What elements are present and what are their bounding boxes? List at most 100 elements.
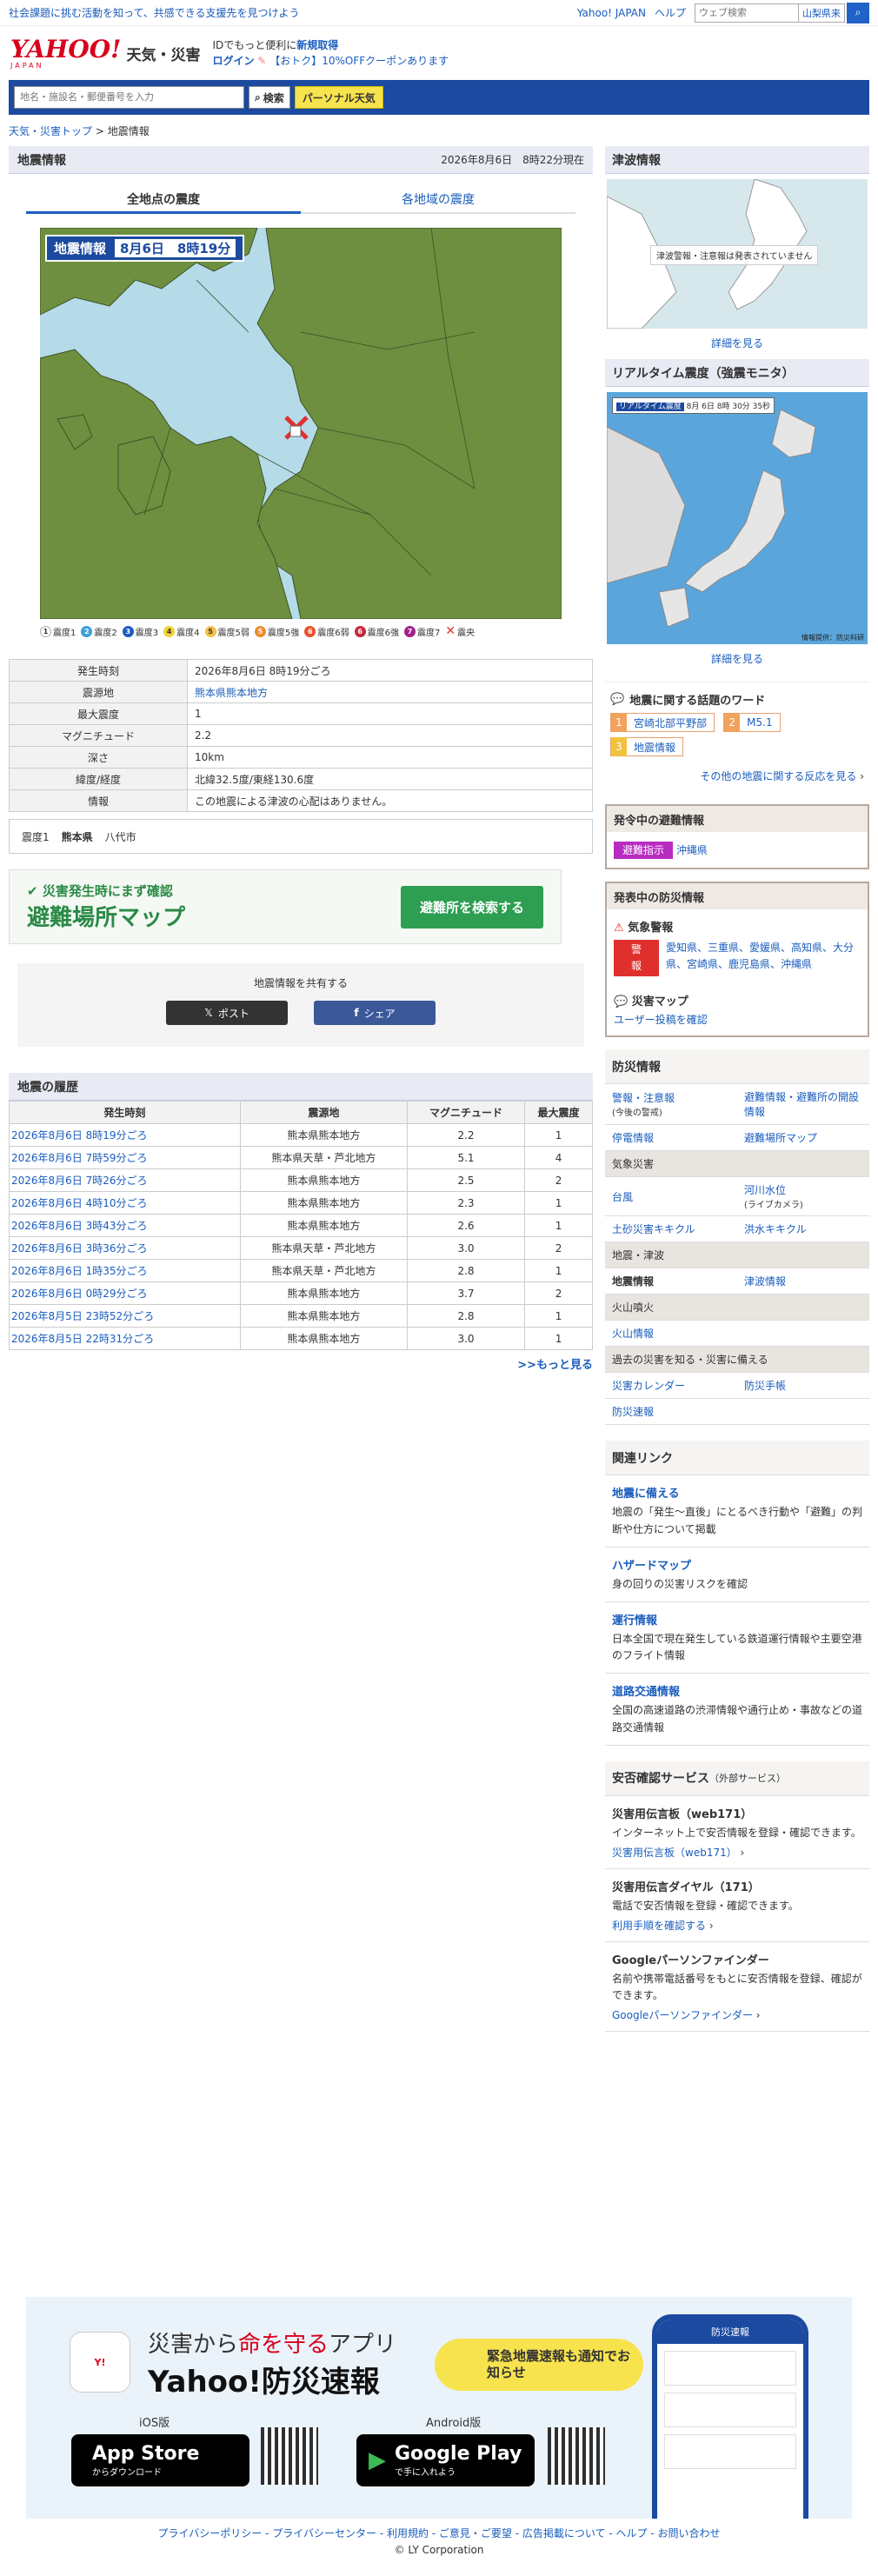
app-store-label: App Store: [92, 2443, 200, 2465]
word-tag[interactable]: 2 M5.1: [723, 713, 781, 732]
history-time-link[interactable]: 2026年8月5日 22時31分ごろ: [11, 1333, 154, 1345]
register-link[interactable]: 新規取得: [296, 39, 338, 51]
prev-link[interactable]: 津波情報: [744, 1275, 786, 1288]
id-message: IDでもっと便利に: [212, 39, 297, 51]
prev-link[interactable]: 警報・注意報: [612, 1092, 675, 1104]
safety-link[interactable]: Googleパーソンファインダー: [612, 2009, 753, 2021]
search-button[interactable]: ⌕ 検索: [249, 86, 290, 109]
history-time-link[interactable]: 2026年8月6日 4時10分ごろ: [11, 1197, 148, 1209]
realtime-map[interactable]: リアルタイム震度 8月 6日 8時 30分 35秒 情報提供：防災科研: [607, 392, 868, 644]
related-link-desc: 身の回りの災害リスクを確認: [612, 1577, 748, 1590]
breadcrumb-top[interactable]: 天気・災害トップ: [9, 125, 92, 137]
word-tag[interactable]: 3 地震情報: [610, 737, 684, 756]
history-time-link[interactable]: 2026年8月6日 7時59分ごろ: [11, 1152, 148, 1164]
history-cell: 1: [524, 1259, 593, 1282]
prev-link[interactable]: 火山情報: [612, 1328, 654, 1340]
prev-link[interactable]: 避難情報・避難所の開設情報: [744, 1091, 859, 1118]
service-name: 天気・災害: [126, 46, 201, 64]
web-search-input[interactable]: [695, 3, 799, 23]
app-store-button[interactable]: App Store からダウンロード: [71, 2434, 249, 2486]
history-time-link[interactable]: 2026年8月6日 1時35分ごろ: [11, 1265, 148, 1277]
table-row: 2026年8月6日 8時19分ごろ 熊本県熊本地方 2.2 1: [9, 1123, 593, 1147]
shindo-city: 八代市: [104, 830, 136, 843]
history-cell: 熊本県天草・芦北地方: [239, 1236, 408, 1260]
footer: プライバシーポリシー - プライバシーセンター - 利用規約 - ご意見・ご要望…: [0, 2526, 878, 2559]
safety-link[interactable]: 利用手順を確認する: [612, 1920, 706, 1932]
history-time-link[interactable]: 2026年8月6日 3時36分ごろ: [11, 1242, 148, 1255]
tab-all-points[interactable]: 全地点の震度: [26, 186, 301, 214]
info-key: 発生時刻: [9, 659, 188, 682]
realtime-header: リアルタイム震度（強震モニタ）: [605, 359, 869, 387]
more-history-link[interactable]: >>もっと見る: [517, 1359, 593, 1372]
legend-label: 震央: [457, 628, 476, 638]
realtime-map-graphic: [607, 392, 868, 644]
personal-weather-button[interactable]: パーソナル天気: [294, 86, 383, 109]
word-rank: 1: [611, 713, 627, 732]
epicenter-link[interactable]: 熊本県熊本地方: [195, 687, 268, 699]
legend-dot: 6: [354, 625, 366, 637]
prev-link[interactable]: 土砂災害キキクル: [612, 1223, 695, 1235]
safety-item-title: Googleパーソンファインダー: [612, 1954, 769, 1968]
help-link[interactable]: ヘルプ: [655, 5, 686, 20]
info-value: 2.2: [187, 724, 593, 747]
prev-link[interactable]: 避難場所マップ: [744, 1132, 817, 1144]
safety-services: 安否確認サービス （外部サービス） 災害用伝言板（web171） インターネット上で…: [605, 1761, 869, 2033]
history-time-link[interactable]: 2026年8月6日 3時43分ごろ: [11, 1220, 148, 1232]
prev-link[interactable]: 停電情報: [612, 1132, 654, 1144]
list-item[interactable]: ハザードマップ 身の回りの災害リスクを確認: [605, 1547, 869, 1602]
warn-prefs-link[interactable]: 愛知県、三重県、愛媛県、高知県、大分県、宮崎県、鹿児島県、沖縄県: [666, 940, 861, 976]
legend-label: 震度6強: [367, 628, 399, 638]
words-more-link[interactable]: その他の地震に関する反応を見る: [700, 770, 856, 782]
history-time-link[interactable]: 2026年8月5日 23時52分ごろ: [11, 1310, 154, 1322]
safety-link[interactable]: 災害用伝言板（web171）: [612, 1847, 737, 1859]
prev-link[interactable]: 防災速報: [612, 1406, 654, 1418]
app-tagline-pre: 災害から: [148, 2332, 239, 2358]
history-time-link[interactable]: 2026年8月6日 7時26分ごろ: [11, 1175, 148, 1187]
prev-link[interactable]: 災害カレンダー: [612, 1380, 685, 1392]
history-cell: 熊本県熊本地方: [239, 1214, 408, 1237]
prev-category: 火山噴火: [605, 1294, 869, 1321]
map-chat-icon: 💬: [614, 995, 629, 1009]
prev-link[interactable]: 防災手帳: [744, 1380, 786, 1392]
location-setting[interactable]: 山梨県来: [799, 3, 845, 23]
google-play-button[interactable]: ▶ Google Play で手に入れよう: [356, 2434, 535, 2486]
tsunami-map[interactable]: 津波警報・注意報は発表されていません: [607, 179, 868, 329]
app-banner[interactable]: Y! 災害から命を守るアプリ Yahoo!防災速報 緊急地震速報も通知でお知らせ…: [26, 2297, 852, 2519]
search-icon: ⌕: [255, 90, 261, 103]
coupon-link[interactable]: 【おトク】10%OFFクーポンあります: [269, 55, 449, 67]
table-row: 2026年8月6日 4時10分ごろ 熊本県熊本地方 2.3 1: [9, 1191, 593, 1215]
location-search-input[interactable]: [14, 86, 244, 109]
word-tag[interactable]: 1 宮崎北部平野部: [610, 713, 715, 732]
history-time-link[interactable]: 2026年8月6日 0時29分ごろ: [11, 1288, 148, 1300]
legend-dot: 6: [304, 625, 316, 637]
list-item[interactable]: 道路交通情報 全国の高速道路の渋滞情報や通行止め・事故などの道路交通情報: [605, 1674, 869, 1746]
logo[interactable]: YAHOO! JAPAN 天気・災害: [10, 37, 200, 70]
promo-link[interactable]: 社会課題に挑む活動を知って、共感できる支援先を見つけよう: [9, 5, 300, 20]
history-cell: 熊本県天草・芦北地方: [239, 1259, 408, 1282]
yahoo-japan-link[interactable]: Yahoo! JAPAN: [577, 7, 646, 19]
footer-links[interactable]: プライバシーポリシー - プライバシーセンター - 利用規約 - ご意見・ご要望…: [158, 2527, 721, 2539]
facebook-share-button[interactable]: f シェア: [314, 1001, 436, 1025]
tab-regions[interactable]: 各地域の震度: [301, 186, 575, 214]
hazard-user-link[interactable]: ユーザー投稿を確認: [614, 1014, 708, 1026]
tsunami-detail-link[interactable]: 詳細を見る: [711, 337, 763, 349]
realtime-detail-link[interactable]: 詳細を見る: [711, 653, 763, 665]
safety-item-title: 災害用伝言ダイヤル（171）: [612, 1880, 760, 1894]
web-search-button[interactable]: ⌕: [847, 2, 869, 23]
prev-link[interactable]: 河川水位: [744, 1184, 786, 1196]
list-item[interactable]: 運行情報 日本全国で現在発生している鉄道運行情報や主要空港のフライト情報: [605, 1601, 869, 1674]
login-link[interactable]: ログイン: [212, 55, 254, 67]
evac-search-button[interactable]: 避難所を検索する: [400, 885, 543, 929]
map-title: 地震情報: [54, 241, 107, 256]
prev-link[interactable]: 台風: [612, 1191, 633, 1203]
evac-map-banner[interactable]: ✔ 災害発生時にまず確認 避難場所マップ 避難所を検索する: [9, 869, 562, 944]
history-time-link[interactable]: 2026年8月6日 8時19分ごろ: [11, 1129, 148, 1142]
list-item[interactable]: 地震に備える 地震の「発生〜直後」にとるべき行動や「避難」の判断や仕方について掲載: [605, 1475, 869, 1548]
epicenter-legend-icon: ✕: [445, 624, 456, 638]
evac-pref-link[interactable]: 沖縄県: [676, 844, 708, 856]
prev-link[interactable]: 洪水キキクル: [744, 1223, 807, 1235]
safety-sub: （外部サービス）: [709, 1773, 786, 1785]
table-row: 2026年8月6日 0時29分ごろ 熊本県熊本地方 3.7 2: [9, 1281, 593, 1305]
x-post-button[interactable]: 𝕏 ポスト: [166, 1001, 288, 1025]
history-col-time: 発生時刻: [9, 1101, 241, 1124]
